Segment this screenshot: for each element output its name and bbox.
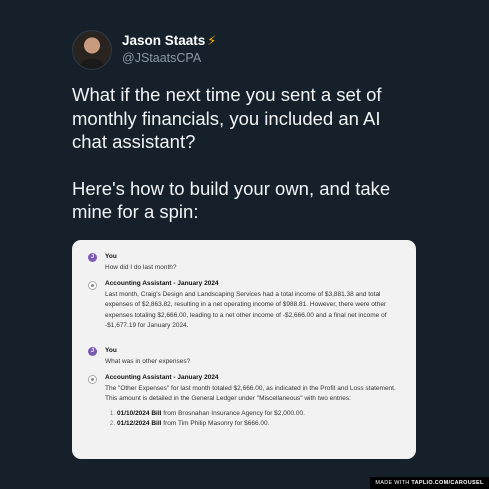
message-text: The "Other Expenses" for last month tota… xyxy=(105,384,396,403)
list-item: 01/10/2024 Bill from Brosnahan Insurance… xyxy=(117,409,398,420)
user-avatar-icon: J xyxy=(88,253,97,262)
list-item: 01/12/2024 Bill from Tim Philip Masonry … xyxy=(117,419,398,430)
ledger-entries-list: 01/10/2024 Bill from Brosnahan Insurance… xyxy=(105,409,398,430)
list-item-text: from Tim Philip Masonry for $666.00. xyxy=(161,420,270,427)
profile-names: Jason Staats ⚡ @JStaatsCPA xyxy=(122,33,216,67)
message-author: Accounting Assistant - January 2024 xyxy=(105,374,219,381)
made-with-site: TAPLIO.COM/CAROUSEL xyxy=(411,480,484,486)
profile-handle[interactable]: @JStaatsCPA xyxy=(122,50,216,67)
message-text: How did I do last month? xyxy=(105,263,177,271)
user-avatar-icon: J xyxy=(88,347,97,356)
chat-message-assistant: Accounting Assistant - January 2024 The … xyxy=(88,373,398,430)
tweet-text: What if the next time you sent a set of … xyxy=(72,83,432,224)
made-with-badge[interactable]: MADE WITH TAPLIO.COM/CAROUSEL xyxy=(370,477,489,489)
profile-name-row[interactable]: Jason Staats ⚡ xyxy=(122,33,216,49)
assistant-icon xyxy=(88,281,97,290)
chat-message-user: J You What was in other expenses? xyxy=(88,346,398,367)
profile-name[interactable]: Jason Staats xyxy=(122,33,205,49)
chat-message-user: J You How did I do last month? xyxy=(88,252,398,273)
tweet-header: Jason Staats ⚡ @JStaatsCPA xyxy=(72,30,216,70)
chat-message-assistant: Accounting Assistant - January 2024 Last… xyxy=(88,279,398,332)
chat-screenshot-card: J You How did I do last month? Accountin… xyxy=(72,240,416,459)
message-author: You xyxy=(105,347,117,354)
list-item-bold: 01/10/2024 Bill xyxy=(117,409,162,417)
tweet-paragraph-1: What if the next time you sent a set of … xyxy=(72,84,382,152)
message-author: You xyxy=(105,253,117,260)
message-text: Last month, Craig's Design and Landscapi… xyxy=(105,290,387,330)
list-item-text: from Brosnahan Insurance Agency for $2,0… xyxy=(161,409,305,417)
message-author: Accounting Assistant - January 2024 xyxy=(105,280,219,287)
message-text: What was in other expenses? xyxy=(105,357,191,365)
assistant-icon xyxy=(88,375,97,384)
list-item-bold: 01/12/2024 Bill xyxy=(117,420,162,427)
lightning-bolt-icon: ⚡ xyxy=(207,33,217,48)
tweet-paragraph-2: Here's how to build your own, and take m… xyxy=(72,177,391,223)
made-with-label: MADE WITH xyxy=(375,480,410,486)
profile-avatar[interactable] xyxy=(72,30,112,70)
